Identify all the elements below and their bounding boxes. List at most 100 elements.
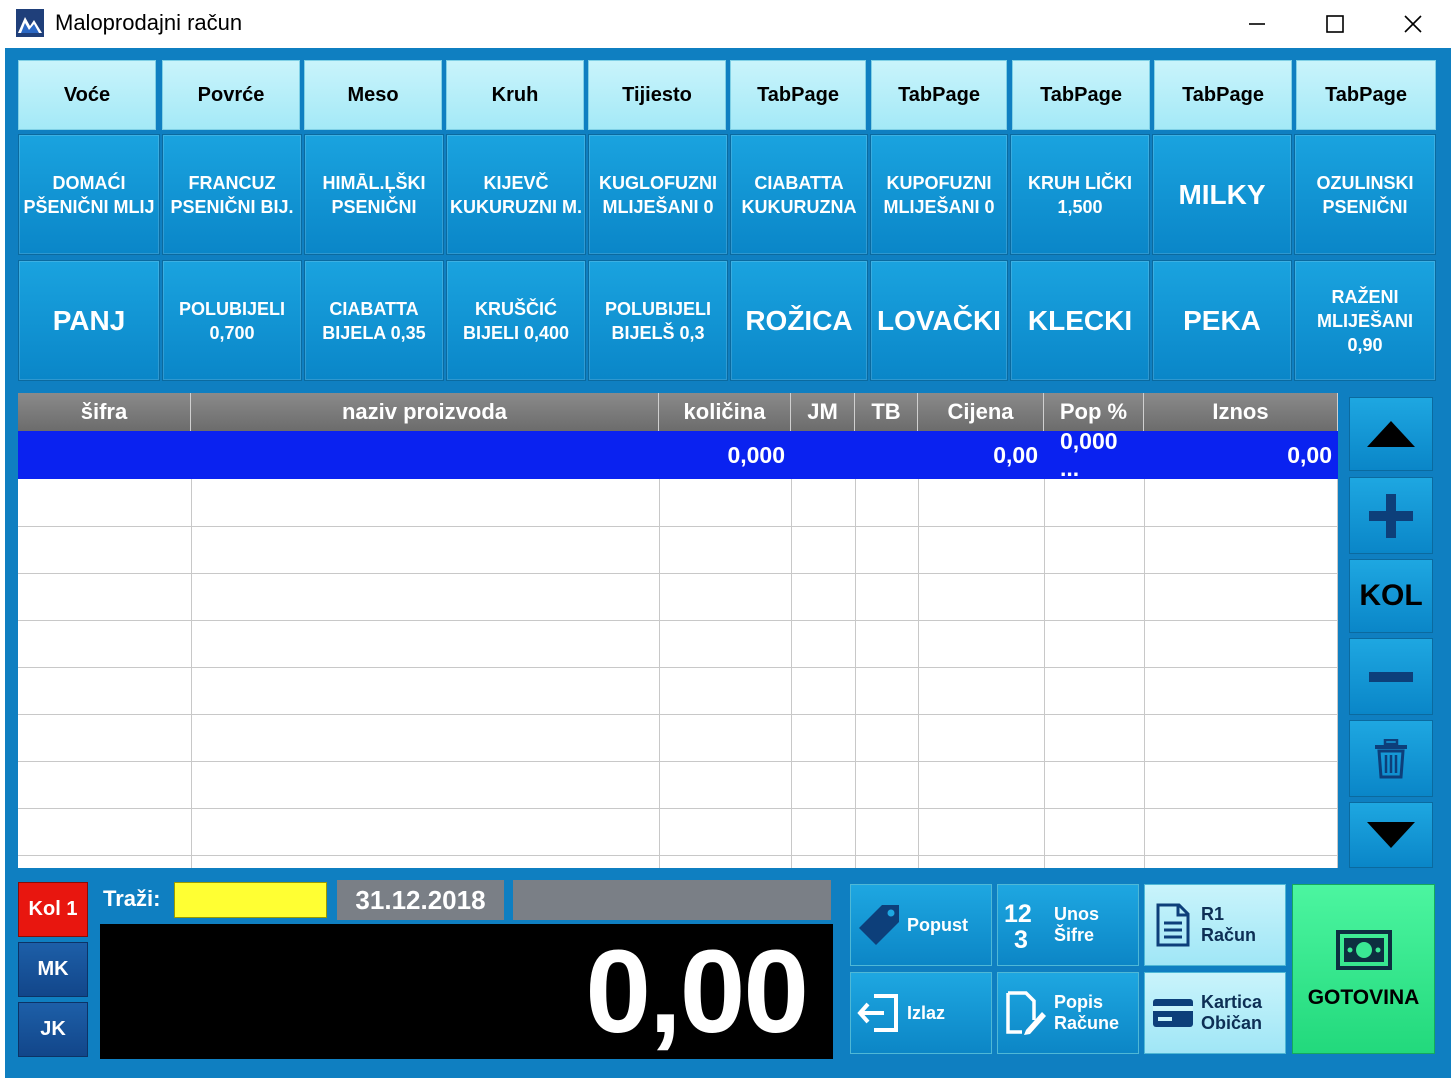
product-button[interactable]: KLECKI — [1010, 260, 1150, 381]
column-header-cijena[interactable]: Cijena — [918, 393, 1044, 431]
product-button[interactable]: LOVAČKI — [870, 260, 1008, 381]
arrow-down-icon — [1367, 822, 1415, 848]
date-display: 31.12.2018 — [337, 880, 504, 920]
izlaz-button[interactable]: Izlaz — [850, 972, 992, 1054]
document-icon — [1156, 903, 1190, 947]
tab-tijiesto[interactable]: Tijiesto — [588, 60, 726, 130]
svg-text:3: 3 — [1014, 926, 1028, 950]
product-button[interactable]: HIMĀL.ĻŠKI PSENIČNI — [304, 134, 444, 255]
grid-line — [1144, 479, 1145, 868]
window-title: Maloprodajni račun — [55, 10, 243, 35]
grid-line — [18, 714, 1338, 715]
items-grid[interactable]: šifra naziv proizvoda količina JM TB Cij… — [18, 393, 1338, 868]
exit-icon — [857, 994, 898, 1032]
minus-icon — [1369, 671, 1413, 682]
popust-button[interactable]: Popust — [850, 884, 992, 966]
close-button[interactable] — [1374, 0, 1452, 48]
r1-racun-button[interactable]: R1 Račun — [1144, 884, 1286, 966]
product-button[interactable]: OZULINSKI PSENIČNI — [1294, 134, 1436, 255]
grid-line — [659, 479, 660, 868]
product-button[interactable]: PEKA — [1152, 260, 1292, 381]
product-button[interactable]: POLUBIJELI BIJELŠ 0,3 — [588, 260, 728, 381]
pos-window: Voće Povrće Meso Kruh Tijiesto TabPage T… — [5, 48, 1451, 1078]
product-button[interactable]: DOMAĆI PŠENIČNI MLIJ — [18, 134, 160, 255]
gotovina-label: GOTOVINA — [1307, 986, 1420, 1009]
total-amount: 0,00 — [585, 925, 809, 1058]
popis-racune-button[interactable]: Popis Račune — [997, 972, 1139, 1054]
credit-card-icon — [1153, 999, 1193, 1027]
product-button[interactable]: MILKY — [1152, 134, 1292, 255]
grid-line — [18, 761, 1338, 762]
tab-tabpage-4[interactable]: TabPage — [1154, 60, 1292, 130]
product-button[interactable]: ROŽICA — [730, 260, 868, 381]
product-button[interactable]: KUGLOFUZNI MLIJEŠANI 0 — [588, 134, 728, 255]
tab-meso[interactable]: Meso — [304, 60, 442, 130]
column-header-naziv[interactable]: naziv proizvoda — [191, 393, 659, 431]
tab-tabpage-3[interactable]: TabPage — [1012, 60, 1150, 130]
grid-header: šifra naziv proizvoda količina JM TB Cij… — [18, 393, 1338, 431]
cell-tb — [855, 431, 918, 479]
tab-voce[interactable]: Voće — [18, 60, 156, 130]
jk-button[interactable]: JK — [18, 1002, 88, 1057]
kartica-obican-label: Kartica Običan — [1201, 992, 1263, 1033]
tab-tabpage-2[interactable]: TabPage — [871, 60, 1007, 130]
column-header-iznos[interactable]: Iznos — [1144, 393, 1338, 431]
tab-povrce[interactable]: Povrće — [162, 60, 300, 130]
grid-line — [18, 808, 1338, 809]
unos-sifre-label: Unos Šifre — [1054, 904, 1099, 945]
kartica-obican-button[interactable]: Kartica Običan — [1144, 972, 1286, 1054]
grid-line — [18, 526, 1338, 527]
minimize-icon — [1249, 23, 1265, 25]
delete-item-button[interactable] — [1349, 720, 1433, 797]
kol-1-button[interactable]: Kol 1 — [18, 882, 88, 937]
edit-document-icon — [1006, 991, 1046, 1035]
title-bar: Maloprodajni račun — [0, 0, 1453, 48]
popust-label: Popust — [907, 914, 968, 935]
scroll-up-button[interactable] — [1349, 397, 1433, 471]
grid-line — [18, 573, 1338, 574]
search-input[interactable] — [174, 882, 327, 918]
product-button[interactable]: RAŽENI MLIJEŠANI 0,90 — [1294, 260, 1436, 381]
minimize-button[interactable] — [1218, 0, 1296, 48]
product-button[interactable]: CIABATTA KUKURUZNA — [730, 134, 868, 255]
search-label: Traži: — [103, 886, 161, 911]
product-button[interactable]: KRUH LIČKI 1,500 — [1010, 134, 1150, 255]
tab-kruh[interactable]: Kruh — [446, 60, 584, 130]
increase-quantity-button[interactable] — [1349, 477, 1433, 554]
grid-line — [18, 667, 1338, 668]
product-button[interactable]: CIABATTA BIJELA 0,35 — [304, 260, 444, 381]
product-button[interactable]: POLUBIJELI 0,700 — [162, 260, 302, 381]
grid-line — [191, 479, 192, 868]
product-button[interactable]: KRUŠČIĆ BIJELI 0,400 — [446, 260, 586, 381]
product-button[interactable]: PANJ — [18, 260, 160, 381]
column-header-pop[interactable]: Pop % — [1044, 393, 1144, 431]
column-header-jm[interactable]: JM — [791, 393, 855, 431]
column-header-sifra[interactable]: šifra — [18, 393, 191, 431]
grid-line — [918, 479, 919, 868]
column-header-kolicina[interactable]: količina — [659, 393, 791, 431]
product-button[interactable]: KUPOFUZNI MLIJEŠANI 0 — [870, 134, 1008, 255]
maximize-icon — [1326, 15, 1344, 33]
cell-cijena: 0,00 — [993, 441, 1038, 468]
column-header-tb[interactable]: TB — [855, 393, 918, 431]
tab-tabpage-1[interactable]: TabPage — [730, 60, 866, 130]
kol-button[interactable]: KOL — [1349, 559, 1433, 633]
unos-sifre-button[interactable]: 12 3 Unos Šifre — [997, 884, 1139, 966]
gotovina-button[interactable]: GOTOVINA — [1292, 884, 1435, 1054]
grid-line — [855, 479, 856, 868]
decrease-quantity-button[interactable] — [1349, 638, 1433, 715]
cash-icon — [1335, 930, 1392, 970]
mk-button[interactable]: MK — [18, 942, 88, 997]
table-row-selected[interactable]: 0,000 0,00 0,000 ... 0,00 — [18, 428, 1338, 481]
scroll-down-button[interactable] — [1349, 802, 1433, 868]
product-button[interactable]: KIJEVČ KUKURUZNI M. — [446, 134, 586, 255]
tag-icon — [859, 905, 899, 945]
tab-tabpage-5[interactable]: TabPage — [1296, 60, 1436, 130]
cell-naziv — [191, 431, 659, 479]
maximize-button[interactable] — [1296, 0, 1374, 48]
product-button[interactable]: FRANCUZ PSENIČNI BIJ. — [162, 134, 302, 255]
plus-icon — [1369, 493, 1413, 538]
kol-label: KOL — [1359, 579, 1423, 612]
grid-line — [1337, 479, 1338, 868]
total-display: 0,00 — [100, 924, 833, 1059]
